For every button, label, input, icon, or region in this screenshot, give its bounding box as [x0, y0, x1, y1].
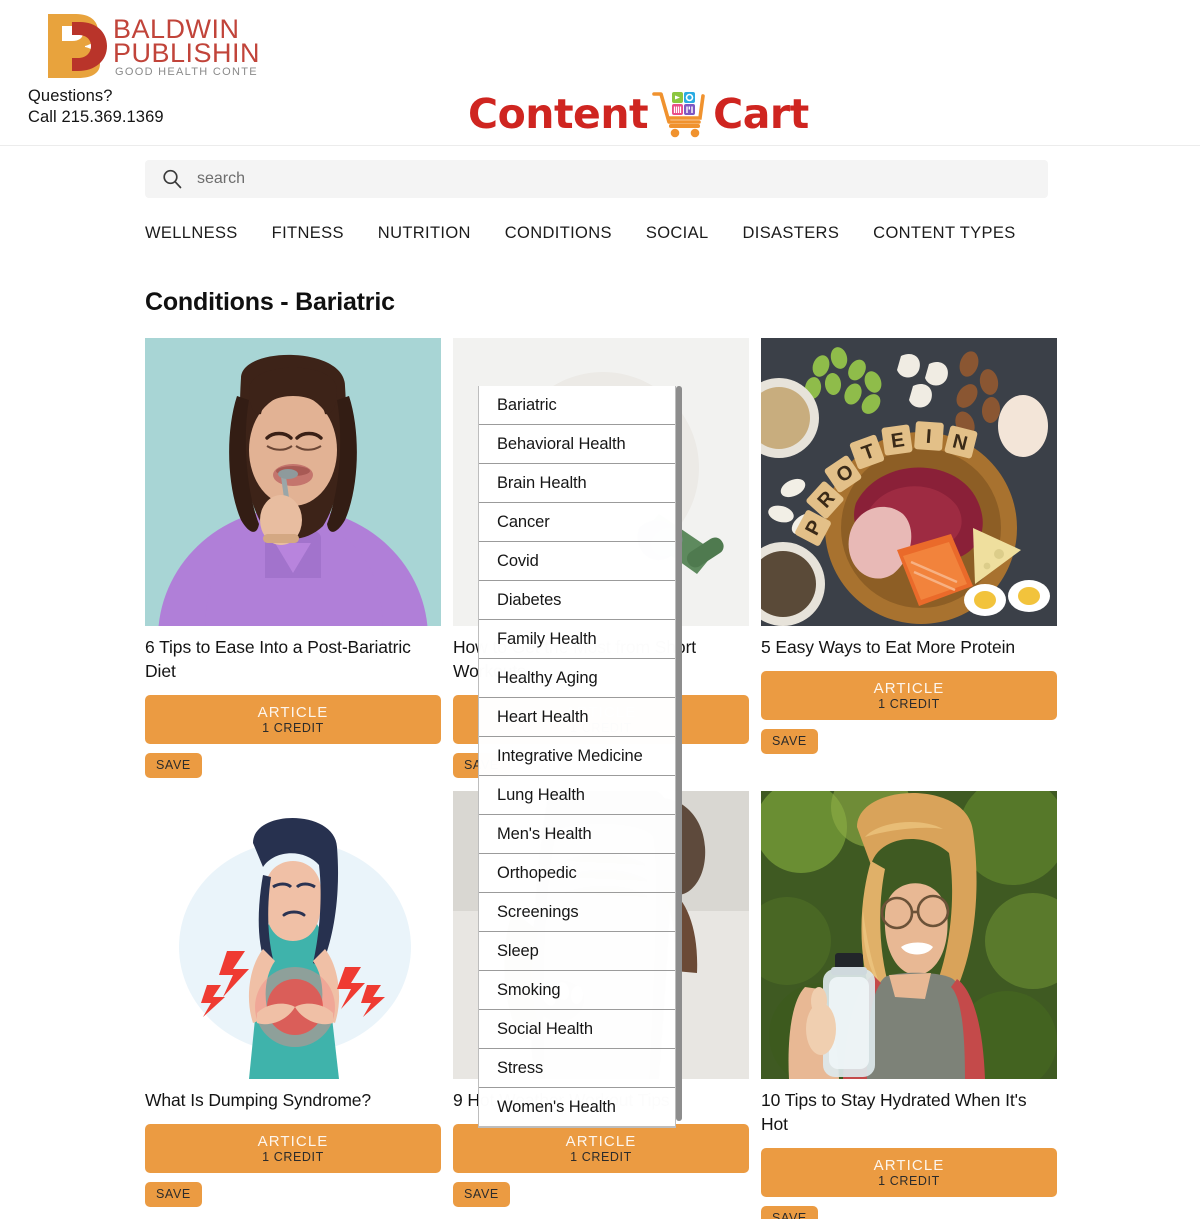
nav-item-conditions[interactable]: CONDITIONS: [505, 224, 612, 243]
dropdown-item-integrative-medicine[interactable]: Integrative Medicine: [479, 737, 675, 776]
woman-eating-with-fork-photo[interactable]: [145, 338, 441, 626]
article-card: P R O T E I N 5 Easy Ways to Eat More Pr…: [761, 338, 1057, 778]
dropdown-item-brain-health[interactable]: Brain Health: [479, 464, 675, 503]
article-button[interactable]: ARTICLE 1 CREDIT: [453, 1124, 749, 1173]
dropdown-item-cancer[interactable]: Cancer: [479, 503, 675, 542]
article-type-label: ARTICLE: [873, 679, 945, 697]
svg-text:PUBLISHING: PUBLISHING: [113, 38, 258, 68]
conditions-dropdown-menu: Bariatric Behavioral Health Brain Health…: [478, 386, 682, 1128]
dropdown-item-womens-health[interactable]: Women's Health: [479, 1088, 675, 1127]
nav-item-wellness[interactable]: WELLNESS: [145, 224, 238, 243]
article-card: 6 Tips to Ease Into a Post-Bariatric Die…: [145, 338, 441, 778]
article-button[interactable]: ARTICLE 1 CREDIT: [145, 1124, 441, 1173]
dropdown-item-smoking[interactable]: Smoking: [479, 971, 675, 1010]
content-cart-logo[interactable]: Content Cart: [468, 88, 809, 140]
article-button[interactable]: ARTICLE 1 CREDIT: [145, 695, 441, 744]
search-input[interactable]: [197, 170, 897, 188]
search-bar[interactable]: [145, 160, 1048, 198]
protein-foods-flatlay-photo[interactable]: P R O T E I N: [761, 338, 1057, 626]
dropdown-scrollbar-thumb[interactable]: [676, 386, 682, 1121]
phone-label: Call 215.369.1369: [28, 108, 164, 126]
nav-item-social[interactable]: SOCIAL: [646, 224, 709, 243]
save-button[interactable]: SAVE: [761, 1206, 818, 1219]
article-type-label: ARTICLE: [565, 1132, 637, 1150]
card-title: 6 Tips to Ease Into a Post-Bariatric Die…: [145, 637, 411, 681]
dropdown-item-diabetes[interactable]: Diabetes: [479, 581, 675, 620]
main-navigation: WELLNESS FITNESS NUTRITION CONDITIONS SO…: [145, 224, 1057, 248]
content-cart-word1: Content: [468, 89, 649, 138]
dropdown-item-sleep[interactable]: Sleep: [479, 932, 675, 971]
contact-block: Questions? Call 215.369.1369: [28, 86, 164, 128]
article-credit-label: 1 CREDIT: [878, 696, 940, 711]
site-header: BALDWIN PUBLISHING GOOD HEALTH CONTENT Q…: [0, 0, 1200, 146]
dropdown-item-behavioral-health[interactable]: Behavioral Health: [479, 425, 675, 464]
shopping-cart-icon: [652, 92, 705, 138]
woman-with-water-bottle-photo[interactable]: [761, 791, 1057, 1079]
questions-label: Questions?: [28, 87, 113, 105]
article-button[interactable]: ARTICLE 1 CREDIT: [761, 671, 1057, 720]
page-title: Conditions - Bariatric: [145, 288, 395, 316]
baldwin-logo-graphic: BALDWIN PUBLISHING GOOD HEALTH CONTENT: [48, 14, 258, 78]
dropdown-item-social-health[interactable]: Social Health: [479, 1010, 675, 1049]
dropdown-item-family-health[interactable]: Family Health: [479, 620, 675, 659]
card-title: 5 Easy Ways to Eat More Protein: [761, 637, 1015, 657]
abdominal-pain-illustration[interactable]: [145, 791, 441, 1079]
nav-item-content-types[interactable]: CONTENT TYPES: [873, 224, 1015, 243]
article-credit-label: 1 CREDIT: [262, 720, 324, 735]
dropdown-item-healthy-aging[interactable]: Healthy Aging: [479, 659, 675, 698]
save-button[interactable]: SAVE: [145, 1182, 202, 1207]
card-title: 10 Tips to Stay Hydrated When It's Hot: [761, 1090, 1027, 1134]
dropdown-item-bariatric[interactable]: Bariatric: [479, 386, 675, 425]
search-icon: [163, 169, 182, 189]
article-card: 10 Tips to Stay Hydrated When It's Hot A…: [761, 791, 1057, 1219]
dropdown-item-screenings[interactable]: Screenings: [479, 893, 675, 932]
card-title: What Is Dumping Syndrome?: [145, 1090, 372, 1110]
article-credit-label: 1 CREDIT: [262, 1149, 324, 1164]
save-button[interactable]: SAVE: [761, 729, 818, 754]
article-card: What Is Dumping Syndrome? ARTICLE 1 CRED…: [145, 791, 441, 1219]
content-cart-word2: Cart: [713, 89, 809, 138]
dropdown-item-covid[interactable]: Covid: [479, 542, 675, 581]
dropdown-item-orthopedic[interactable]: Orthopedic: [479, 854, 675, 893]
dropdown-scrollbar[interactable]: [676, 386, 682, 1121]
article-type-label: ARTICLE: [873, 1156, 945, 1174]
dropdown-item-heart-health[interactable]: Heart Health: [479, 698, 675, 737]
baldwin-publishing-logo[interactable]: BALDWIN PUBLISHING GOOD HEALTH CONTENT: [28, 8, 258, 78]
article-type-label: ARTICLE: [257, 703, 329, 721]
page-body: WELLNESS FITNESS NUTRITION CONDITIONS SO…: [0, 146, 1200, 1219]
article-credit-label: 1 CREDIT: [878, 1173, 940, 1188]
article-button[interactable]: ARTICLE 1 CREDIT: [761, 1148, 1057, 1197]
save-button[interactable]: SAVE: [145, 753, 202, 778]
nav-item-disasters[interactable]: DISASTERS: [743, 224, 840, 243]
dropdown-item-lung-health[interactable]: Lung Health: [479, 776, 675, 815]
dropdown-list: Bariatric Behavioral Health Brain Health…: [478, 386, 676, 1128]
article-credit-label: 1 CREDIT: [570, 1149, 632, 1164]
save-button[interactable]: SAVE: [453, 1182, 510, 1207]
dropdown-item-mens-health[interactable]: Men's Health: [479, 815, 675, 854]
nav-item-nutrition[interactable]: NUTRITION: [378, 224, 471, 243]
article-type-label: ARTICLE: [257, 1132, 329, 1150]
dropdown-item-stress[interactable]: Stress: [479, 1049, 675, 1088]
nav-item-fitness[interactable]: FITNESS: [272, 224, 344, 243]
svg-text:GOOD HEALTH CONTENT: GOOD HEALTH CONTENT: [115, 66, 258, 78]
